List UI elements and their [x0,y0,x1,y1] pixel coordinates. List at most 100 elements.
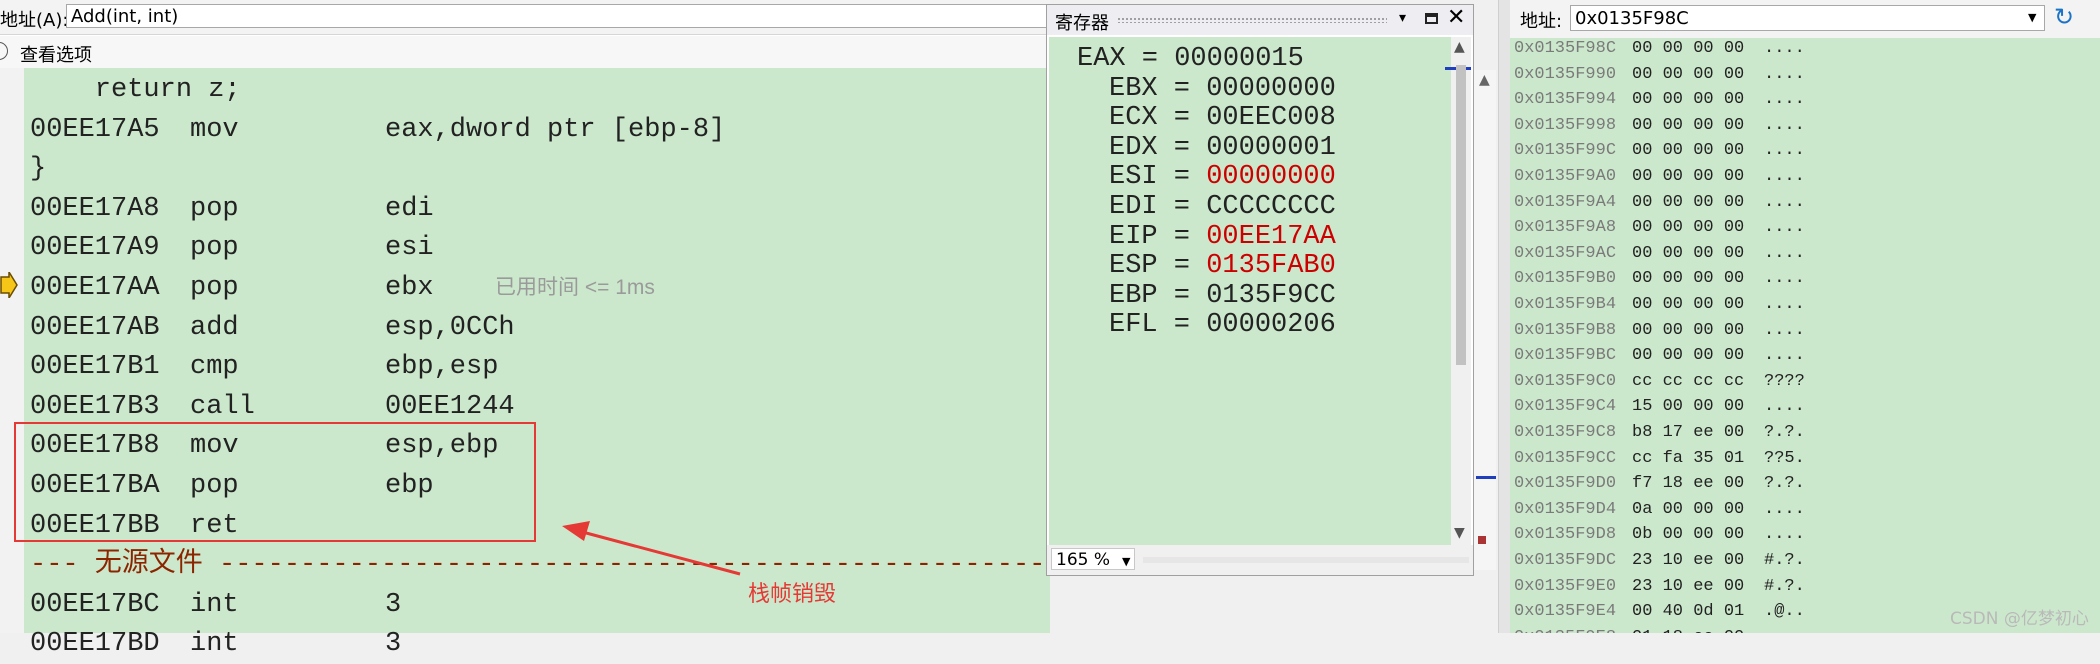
registers-title: 寄存器 [1055,13,1109,34]
memory-dump-area[interactable]: 0x0135F98C 00 00 00 00.... 0x0135F990 00 00… [1510,38,2100,633]
breakpoint-gutter[interactable] [0,68,24,633]
register-name: EFL [1109,310,1158,341]
instruction-operands: esp,0CCh [385,312,515,343]
maximize-icon[interactable] [1425,13,1438,24]
memory-address: 0x0135F9E8 [1514,625,1616,633]
instruction-operands: 00EE1244 [385,391,515,422]
window-menu-dropdown-icon[interactable]: ▾ [1399,10,1406,26]
annotation-label: 栈帧销毁 [748,582,837,607]
instruction-opcode: add [190,312,239,343]
memory-ascii: .... [1764,192,1805,212]
instruction-address: return z; [30,75,241,105]
memory-address: 0x0135F9A4 [1514,192,1617,212]
instruction-address: 00EE17A8 [30,193,160,224]
refresh-icon[interactable]: ↻ [2054,3,2074,31]
memory-bytes: 00 00 00 00 [1632,192,1745,212]
instruction-operands: ebx [385,273,434,303]
memory-ascii: ???? [1764,371,1805,391]
memory-bytes: 00 00 00 00 [1632,115,1745,135]
memory-bytes: 15 00 00 00 [1632,397,1745,417]
registers-horizontal-scrollbar[interactable] [1143,557,1469,563]
no-source-separator: --- 无源文件 -------------------------------… [30,550,1046,581]
zoom-select[interactable]: 165 % ▼ [1051,548,1135,570]
instruction-opcode: int [190,629,239,660]
instruction-address: 00EE17B1 [30,352,160,383]
memory-ascii: .... [1764,167,1805,186]
memory-address: 0x0135F9B8 [1514,320,1617,340]
memory-ascii: ??5. [1764,448,1805,468]
instruction-opcode: mov [190,114,239,145]
disassembly-vertical-scrollbar[interactable] [1474,70,1496,570]
memory-address: 0x0135F9C8 [1514,423,1617,442]
memory-address: 0x0135F9CC [1514,448,1617,468]
memory-address: 0x0135F98C [1514,39,1617,58]
memory-ascii: .... [1764,115,1805,135]
registers-title-bar[interactable]: 寄存器 ▾ ✕ [1047,5,1473,35]
memory-address: 0x0135F9A0 [1514,167,1617,186]
memory-bytes: 00 00 00 00 [1632,90,1745,110]
instruction-operands: esi [385,233,434,264]
instruction-opcode: call [190,391,255,422]
memory-address: 0x0135F990 [1514,64,1617,84]
registers-list: EAX = 00000015 EBX = 00000000 ECX = 00EEC0… [1049,37,1451,545]
memory-address: 0x0135F9E0 [1514,576,1617,596]
view-options-bar: 查看选项 [0,36,1050,68]
address-label: 地址(A): [0,10,69,31]
memory-ascii: .... [1764,625,1805,633]
scroll-up-icon[interactable]: ▲ [1479,72,1490,88]
memory-bytes: 0a 00 00 00 [1632,499,1745,519]
memory-address: 0x0135F9B4 [1514,295,1617,314]
chevron-down-icon[interactable]: ▼ [1122,551,1130,573]
view-options-toggle[interactable]: 查看选项 [20,41,92,67]
drag-grip[interactable] [1117,17,1387,23]
instruction-opcode: pop [190,193,239,224]
memory-ascii: #.?. [1764,551,1805,570]
memory-bytes: 00 00 00 00 [1632,64,1745,84]
memory-ascii: .... [1764,499,1805,519]
chevron-down-icon[interactable]: ▼ [2028,11,2036,24]
instruction-operands: 3 [385,589,402,620]
instruction-address: 00EE17AA [30,273,160,303]
memory-ascii: .... [1764,39,1805,58]
instruction-opcode: int [190,589,239,620]
memory-ascii: .@.. [1764,602,1805,622]
registers-zoom-bar: 165 % ▼ [1047,545,1473,575]
close-icon[interactable]: ✕ [1447,6,1465,30]
memory-address: 0x0135F9BC [1514,346,1617,366]
memory-bytes: 00 00 00 00 [1632,218,1745,238]
disassembly-address-bar: 地址(A): Add(int, int) [0,0,1066,35]
instruction-address: 00EE17BD [30,629,160,660]
expand-circle-icon[interactable] [0,42,8,60]
instruction-operands: edi [385,193,434,224]
equals-sign: = [1157,310,1207,341]
memory-pane: 地址: 0x0135F98C ▼ ↻ 0x0135F98C 00 00 00 00… [1510,0,2100,633]
memory-address-bar: 地址: 0x0135F98C ▼ ↻ [1510,0,2100,38]
zoom-value: 165 % [1056,550,1111,570]
address-input[interactable]: Add(int, int) [66,4,1066,28]
memory-address: 0x0135F9B0 [1514,269,1617,289]
memory-bytes: 00 00 00 00 [1632,243,1745,263]
memory-bytes: 00 00 00 00 [1632,346,1745,366]
memory-bytes: 00 00 00 00 [1632,295,1745,314]
memory-bytes: 00 00 00 00 [1632,39,1745,58]
memory-bytes: 0b 00 00 00 [1632,525,1745,545]
scroll-up-icon[interactable]: ▲ [1454,39,1465,55]
disassembly-code-area[interactable]: return z; 00EE17A5 mov eax,dword ptr [ebp-8… [24,68,1050,659]
instruction-address: 00EE17B3 [30,391,160,422]
memory-address: 0x0135F994 [1514,90,1617,110]
registers-vertical-scrollbar[interactable]: ▲ ▼ [1445,37,1471,545]
memory-address: 0x0135F9C4 [1514,397,1617,417]
memory-address-label: 地址: [1520,11,1563,32]
scroll-thumb[interactable] [1456,65,1466,365]
register-row[interactable]: EFL = 00000206 [1109,305,1336,345]
memory-address-input[interactable]: 0x0135F98C [1570,5,2045,31]
register-value[interactable]: 00000206 [1206,310,1336,340]
scroll-down-icon[interactable]: ▼ [1454,525,1465,541]
scroll-marker [1476,476,1496,479]
memory-bytes: cc fa 35 01 [1632,448,1745,468]
instruction-pointer-icon [0,272,18,298]
memory-address: 0x0135F9A8 [1514,218,1617,238]
memory-ascii: ?.?. [1764,474,1805,494]
memory-ascii: #.?. [1764,576,1805,596]
memory-ascii: .... [1764,90,1805,110]
